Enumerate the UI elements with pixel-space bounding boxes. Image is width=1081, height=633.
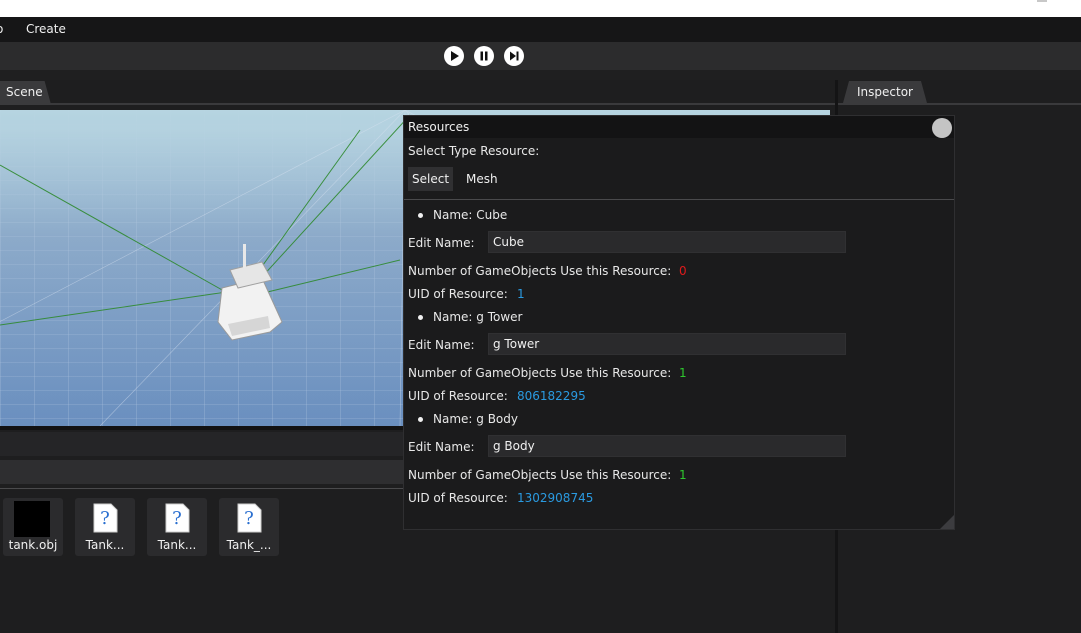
play-button[interactable] [444,46,464,66]
edit-name-field[interactable]: g Body [488,435,846,457]
resources-title-bar[interactable]: Resources [404,116,954,138]
asset-item[interactable]: ? Tank... [147,498,207,556]
step-button[interactable] [504,46,524,66]
uid-label: UID of Resource: [408,287,508,301]
mesh-button[interactable]: Mesh [462,167,502,191]
svg-text:?: ? [244,508,254,529]
usage-value: 0 [679,264,687,278]
uid-label: UID of Resource: [408,491,508,505]
black-thumbnail-icon [14,501,50,537]
divider [0,103,835,105]
pause-button[interactable] [474,46,494,66]
menu-bar: o Create [0,17,1081,42]
divider [838,103,1081,105]
resources-window: Resources Select Type Resource: Select M… [403,115,955,530]
bullet-icon [418,315,423,320]
unknown-file-icon: ? [93,503,118,533]
asset-item[interactable]: ? Tank... [75,498,135,556]
play-toolbar [0,42,1081,70]
edit-name-field[interactable]: Cube [488,231,846,253]
asset-name: tank.obj [8,538,58,552]
menu-item-create[interactable]: Create [26,22,66,36]
usage-label: Number of GameObjects Use this Resource: [408,468,672,482]
edit-name-field[interactable]: g Tower [488,333,846,355]
usage-label: Number of GameObjects Use this Resource: [408,366,672,380]
tab-scene[interactable]: Scene [0,81,51,103]
asset-name: Tank_... [226,538,272,552]
minimize-icon[interactable] [1037,0,1047,2]
window-title-strip [0,0,1081,17]
svg-text:?: ? [100,508,110,529]
asset-item[interactable]: ? Tank_... [219,498,279,556]
unknown-file-icon: ? [165,503,190,533]
edit-name-label: Edit Name: [408,440,475,454]
select-button[interactable]: Select [408,167,454,191]
resources-title: Resources [408,120,470,134]
resource-name: Name: g Body [433,412,518,426]
uid-value: 1 [517,287,525,301]
divider [404,199,954,200]
uid-label: UID of Resource: [408,389,508,403]
tab-inspector[interactable]: Inspector [843,81,927,103]
usage-label: Number of GameObjects Use this Resource: [408,264,672,278]
select-type-label: Select Type Resource: [408,144,540,158]
menu-item-truncated[interactable]: o [0,22,3,36]
step-icon [510,51,519,61]
bullet-icon [418,213,423,218]
resize-grip-icon[interactable] [940,515,954,529]
asset-name: Tank... [85,538,125,552]
unknown-file-icon: ? [237,503,262,533]
edit-name-label: Edit Name: [408,236,475,250]
usage-value: 1 [679,468,687,482]
close-icon[interactable] [932,118,952,138]
play-icon [451,51,459,61]
asset-name: Tank... [157,538,197,552]
bullet-icon [418,417,423,422]
usage-value: 1 [679,366,687,380]
uid-value: 806182295 [517,389,586,403]
pause-icon [480,51,488,61]
uid-value: 1302908745 [517,491,594,505]
asset-item[interactable]: tank.obj [3,498,63,556]
resource-name: Name: g Tower [433,310,523,324]
resource-name: Name: Cube [433,208,508,222]
edit-name-label: Edit Name: [408,338,475,352]
svg-text:?: ? [172,508,182,529]
